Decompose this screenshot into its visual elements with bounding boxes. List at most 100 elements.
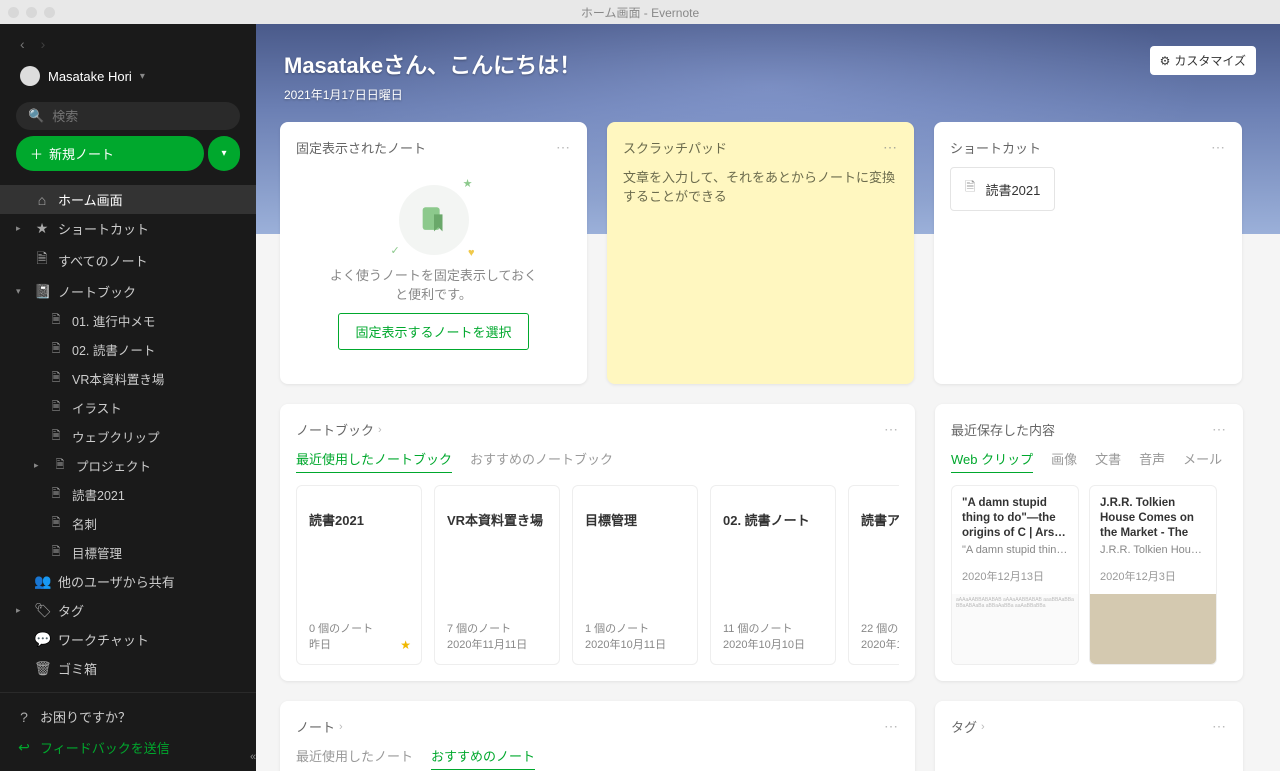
sidebar-notebook-item[interactable]: 🗎目標管理 xyxy=(0,538,256,567)
notebook-card-title: 目標管理 xyxy=(585,510,685,529)
tab-recent-4[interactable]: メール xyxy=(1183,449,1222,473)
notebook-card[interactable]: 02. 読書ノート11 個のノート2020年10月10日 xyxy=(710,485,836,665)
search-box[interactable]: 🔍 xyxy=(16,102,240,130)
nav-home[interactable]: ⌂ホーム画面 xyxy=(0,185,256,214)
sidebar-notebook-item[interactable]: 🗎01. 進行中メモ xyxy=(0,306,256,335)
nav-list: ⌂ホーム画面 ▸★ショートカット 🗎すべてのノート ▾📓ノートブック 🗎01. … xyxy=(0,185,256,692)
pinned-select-button[interactable]: 固定表示するノートを選択 xyxy=(338,313,528,350)
sidebar-notebook-item[interactable]: 🗎イラスト xyxy=(0,393,256,422)
note-icon: 🗎 xyxy=(34,248,50,272)
trash-icon: 🗑 xyxy=(34,660,50,677)
date: 2021年1月17日日曜日 xyxy=(284,86,1252,103)
people-icon: 👥 xyxy=(34,573,50,590)
more-icon[interactable]: ⋯ xyxy=(883,139,898,156)
sidebar-notebook-item[interactable]: 🗎VR本資料置き場 xyxy=(0,364,256,393)
expand-icon[interactable]: ▸ xyxy=(16,605,26,616)
sidebar-notebook-item[interactable]: 🗎読書2021 xyxy=(0,480,256,509)
search-input[interactable] xyxy=(52,109,228,124)
new-note-button[interactable]: ＋ 新規ノート xyxy=(16,136,204,171)
recent-desc: J.R.R. Tolkien Hous… xyxy=(1100,544,1206,556)
tab-recent-3[interactable]: 音声 xyxy=(1139,449,1165,473)
tab-recommended-notes[interactable]: おすすめのノート xyxy=(431,746,535,770)
notebook-card[interactable]: 読書20210 個のノート昨日★ xyxy=(296,485,422,665)
recent-content-panel: 最近保存した内容⋯ Web クリップ画像文書音声メール "A damn stup… xyxy=(935,404,1243,681)
notebook-count: 7 個のノート xyxy=(447,620,547,636)
notebook-icon: 🗎 xyxy=(48,427,64,446)
notebook-card-title: 02. 読書ノート xyxy=(723,510,823,529)
tab-recent-0[interactable]: Web クリップ xyxy=(951,449,1033,473)
star-icon: ★ xyxy=(34,220,50,237)
tag-icon: 🏷 xyxy=(34,602,50,619)
notebook-date: 2020年10月10 xyxy=(861,636,899,652)
nav-tags[interactable]: ▸🏷タグ xyxy=(0,596,256,625)
shortcut-label: 読書2021 xyxy=(985,180,1040,199)
nav-forward-icon[interactable]: › xyxy=(41,36,46,52)
avatar xyxy=(20,66,40,86)
recent-card[interactable]: "A damn stupid thing to do"—the origins … xyxy=(951,485,1079,665)
nav-back-icon[interactable]: ‹ xyxy=(20,36,25,52)
nav-trash[interactable]: 🗑ゴミ箱 xyxy=(0,654,256,683)
tab-recent-1[interactable]: 画像 xyxy=(1051,449,1077,473)
nav-notebooks[interactable]: ▾📓ノートブック xyxy=(0,277,256,306)
customize-button[interactable]: ⚙カスタマイズ xyxy=(1150,46,1256,75)
sidebar-notebook-item[interactable]: 🗎ウェブクリップ xyxy=(0,422,256,451)
notebook-card[interactable]: VR本資料置き場7 個のノート2020年11月11日 xyxy=(434,485,560,665)
zoom-window-icon[interactable] xyxy=(44,7,55,18)
tab-recommended-notebooks[interactable]: おすすめのノートブック xyxy=(470,449,613,473)
expand-icon[interactable]: ▸ xyxy=(34,460,44,471)
expand-icon[interactable]: ▸ xyxy=(16,223,26,234)
nav-shared[interactable]: 👥他のユーザから共有 xyxy=(0,567,256,596)
thumbnail xyxy=(1090,594,1216,664)
star-icon: ★ xyxy=(400,638,411,652)
scratchpad-panel: スクラッチパッド ⋯ 文章を入力して、それをあとからノートに変換することができる xyxy=(607,122,914,384)
panel-title-link[interactable]: ノート› xyxy=(296,717,343,736)
nav-help[interactable]: ?お困りですか？ xyxy=(16,701,240,732)
recent-card[interactable]: J.R.R. Tolkien House Comes on the Market… xyxy=(1089,485,1217,665)
close-window-icon[interactable] xyxy=(8,7,19,18)
nav-feedback[interactable]: ↩フィードバックを送信 xyxy=(16,732,240,763)
more-icon[interactable]: ⋯ xyxy=(1211,139,1226,156)
sidebar-notebook-item[interactable]: ▸🗎プロジェクト xyxy=(0,451,256,480)
more-icon[interactable]: ⋯ xyxy=(1212,421,1227,438)
sidebar-notebook-item[interactable]: 🗎名刺 xyxy=(0,509,256,538)
tab-recent-notebooks[interactable]: 最近使用したノートブック xyxy=(296,449,452,473)
notebook-card[interactable]: 目標管理1 個のノート2020年10月11日 xyxy=(572,485,698,665)
minimize-window-icon[interactable] xyxy=(26,7,37,18)
recent-date: 2020年12月3日 xyxy=(1100,568,1206,584)
more-icon[interactable]: ⋯ xyxy=(884,718,899,735)
scratchpad-input[interactable]: 文章を入力して、それをあとからノートに変換することができる xyxy=(623,167,898,205)
sidebar-notebook-item[interactable]: 🗎02. 読書ノート xyxy=(0,335,256,364)
notebooks-panel: ノートブック› ⋯ 最近使用したノートブック おすすめのノートブック 読書2021… xyxy=(280,404,915,681)
more-icon[interactable]: ⋯ xyxy=(1212,718,1227,735)
notebook-icon: 🗎 xyxy=(48,340,64,359)
more-icon[interactable]: ⋯ xyxy=(884,421,899,438)
notebook-date: 2020年10月10日 xyxy=(723,636,823,652)
panel-title: スクラッチパッド xyxy=(623,138,727,157)
panel-title-link[interactable]: ノートブック› xyxy=(296,420,382,439)
panel-title-link[interactable]: タグ› xyxy=(951,717,985,736)
nav-all-notes[interactable]: 🗎すべてのノート xyxy=(0,243,256,277)
window-title: ホーム画面 - Evernote xyxy=(581,4,699,21)
new-note-dropdown[interactable]: ▾ xyxy=(208,136,240,171)
tab-recent-2[interactable]: 文書 xyxy=(1095,449,1121,473)
note-icon: 🗎 xyxy=(965,178,975,200)
sidebar: ‹ › Masatake Hori ▾ 🔍 ＋ 新規ノート ▾ ⌂ホーム画 xyxy=(0,24,256,771)
tags-panel: タグ› ⋯ xyxy=(935,701,1243,771)
notebook-icon: 🗎 xyxy=(48,398,64,417)
main-content: Masatakeさん、こんにちは！ 2021年1月17日日曜日 ⚙カスタマイズ … xyxy=(256,24,1280,771)
shortcuts-panel: ショートカット⋯ 🗎 読書2021 xyxy=(934,122,1242,384)
shortcut-item[interactable]: 🗎 読書2021 xyxy=(950,167,1055,211)
nav-workchat[interactable]: 💬ワークチャット xyxy=(0,625,256,654)
collapse-icon[interactable]: ▾ xyxy=(16,286,26,297)
notebook-count: 1 個のノート xyxy=(585,620,685,636)
new-note-label: 新規ノート xyxy=(49,144,114,163)
chevron-down-icon: ▾ xyxy=(221,148,226,159)
tab-recent-notes[interactable]: 最近使用したノート xyxy=(296,746,413,770)
notebook-card-title: 読書2021 xyxy=(309,510,409,529)
more-icon[interactable]: ⋯ xyxy=(556,139,571,156)
notebook-card[interactable]: 読書アーカイ22 個のノート2020年10月10 xyxy=(848,485,899,665)
user-menu[interactable]: Masatake Hori ▾ xyxy=(12,56,244,96)
nav-shortcuts[interactable]: ▸★ショートカット xyxy=(0,214,256,243)
notebook-count: 22 個のノート xyxy=(861,620,899,636)
chevron-down-icon: ▾ xyxy=(140,71,145,82)
